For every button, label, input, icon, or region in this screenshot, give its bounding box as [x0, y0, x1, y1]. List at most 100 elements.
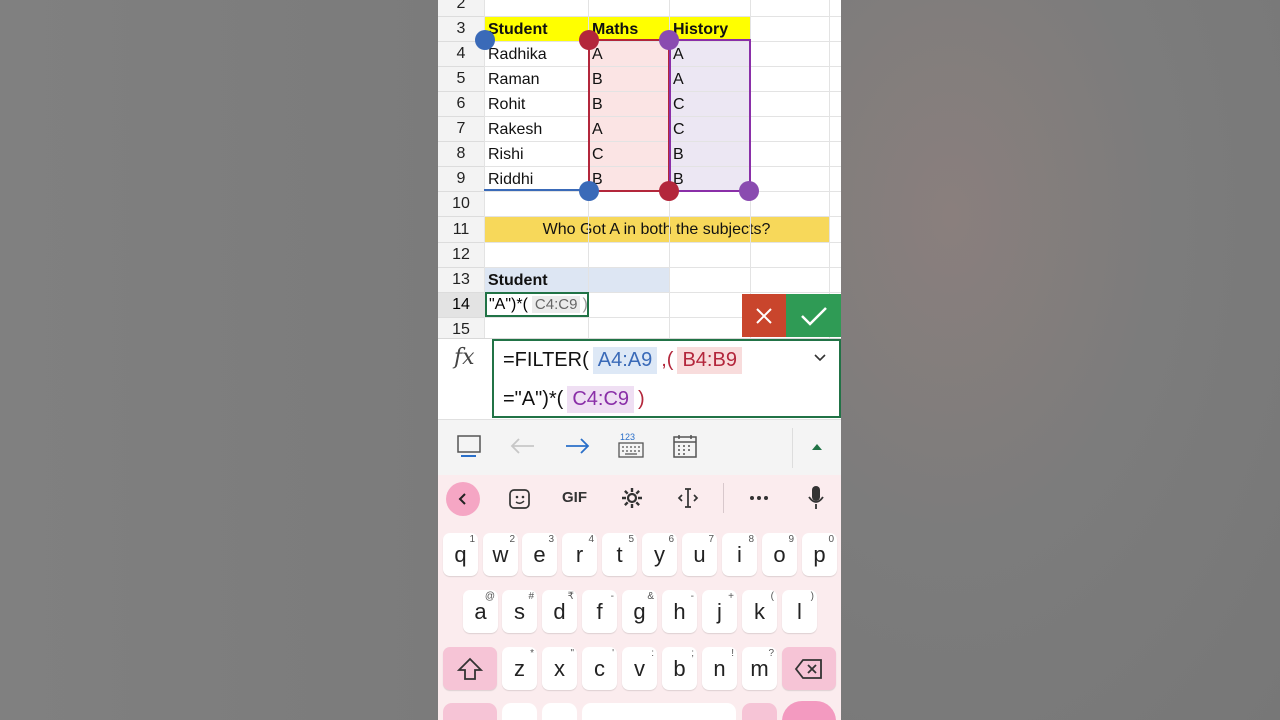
- confirm-button[interactable]: [786, 294, 841, 337]
- active-edit-cell[interactable]: "A")*( C4:C9 ): [485, 292, 589, 317]
- key-hint: @: [484, 591, 495, 602]
- period-key[interactable]: [742, 703, 777, 720]
- backspace-key[interactable]: [782, 647, 836, 690]
- key-z[interactable]: z *: [502, 647, 537, 690]
- key-p[interactable]: p0: [802, 533, 837, 576]
- space-key[interactable]: [582, 703, 736, 720]
- key-l[interactable]: l): [782, 590, 817, 633]
- range-handle-red[interactable]: [579, 30, 599, 50]
- key-s[interactable]: s #: [502, 590, 537, 633]
- key-v[interactable]: v:: [622, 647, 657, 690]
- backspace-icon: [794, 658, 822, 679]
- language-key[interactable]: [542, 703, 577, 720]
- numeric-keyboard-icon[interactable]: 123: [618, 432, 644, 460]
- key-g[interactable]: g &: [622, 590, 657, 633]
- key-o[interactable]: o9: [762, 533, 797, 576]
- row-header[interactable]: 7: [438, 117, 484, 142]
- key-hint: +: [728, 591, 734, 602]
- calendar-icon[interactable]: [672, 433, 698, 459]
- key-c[interactable]: c ': [582, 647, 617, 690]
- question-cell[interactable]: Who Got A in both the subjects?: [484, 217, 829, 242]
- settings-gear-icon[interactable]: [621, 487, 643, 509]
- arrow-left-icon[interactable]: [508, 433, 538, 459]
- key-x[interactable]: x ": [542, 647, 577, 690]
- row-header[interactable]: 13: [438, 268, 484, 293]
- more-icon[interactable]: [749, 495, 769, 501]
- key-d[interactable]: d ₹: [542, 590, 577, 633]
- row-header[interactable]: 6: [438, 92, 484, 117]
- key-q[interactable]: q1: [443, 533, 478, 576]
- key-label: e: [533, 541, 546, 567]
- key-hint: 1: [469, 534, 475, 545]
- key-label: c: [594, 655, 605, 681]
- expand-up-icon[interactable]: [810, 442, 824, 452]
- row-header[interactable]: 15: [438, 318, 484, 338]
- key-hint: -: [690, 591, 694, 602]
- row-header[interactable]: 5: [438, 67, 484, 92]
- gif-button[interactable]: GIF: [562, 489, 587, 506]
- range-handle-purple[interactable]: [659, 30, 679, 50]
- key-e[interactable]: e3: [522, 533, 557, 576]
- spreadsheet-grid[interactable]: Who Got A in both the subjects? 2 3 4 5 …: [438, 0, 841, 338]
- key-u[interactable]: u7: [682, 533, 717, 576]
- key-r[interactable]: r4: [562, 533, 597, 576]
- range-handle-purple[interactable]: [739, 181, 759, 201]
- shift-icon: [457, 657, 483, 680]
- key-label: w: [492, 541, 509, 567]
- key-hint: ): [810, 591, 814, 602]
- key-j[interactable]: j +: [702, 590, 737, 633]
- key-hint: ₹: [567, 591, 574, 602]
- key-label: f: [596, 598, 603, 624]
- key-a[interactable]: a @: [463, 590, 498, 633]
- key-y[interactable]: y6: [642, 533, 677, 576]
- range-handle-blue[interactable]: [579, 181, 599, 201]
- row-header[interactable]: 9: [438, 167, 484, 192]
- result-header[interactable]: Student: [484, 268, 669, 293]
- cancel-button[interactable]: [742, 294, 786, 337]
- key-label: u: [693, 541, 706, 567]
- edit-cell-close: ): [582, 295, 588, 313]
- key-k[interactable]: k(: [742, 590, 777, 633]
- key-t[interactable]: t5: [602, 533, 637, 576]
- sticker-icon[interactable]: [508, 487, 532, 511]
- formula-input[interactable]: =FILTER( A4:A9 ,( B4:B9 ="A")*( C4:C9 ): [492, 339, 841, 418]
- key-hint: #: [528, 591, 534, 602]
- symbols-key[interactable]: [443, 703, 497, 720]
- emoji-key[interactable]: [502, 703, 537, 720]
- key-label: k: [754, 598, 765, 624]
- key-w[interactable]: w2: [483, 533, 518, 576]
- edit-cell-range: C4:C9: [531, 296, 581, 313]
- enter-key[interactable]: [782, 701, 836, 720]
- shift-key[interactable]: [443, 647, 497, 690]
- formula-range-a4-a9: A4:A9: [592, 347, 658, 374]
- text-cursor-icon[interactable]: [676, 487, 700, 509]
- key-f[interactable]: f-: [582, 590, 617, 633]
- row-header-active[interactable]: 14: [438, 293, 484, 318]
- key-label: j: [717, 598, 722, 624]
- key-n[interactable]: n!: [702, 647, 737, 690]
- key-b[interactable]: b;: [662, 647, 697, 690]
- row-header[interactable]: 2: [438, 0, 484, 17]
- key-hint: 3: [548, 534, 554, 545]
- key-hint: (: [770, 591, 774, 602]
- formula-bar: fx =FILTER( A4:A9 ,( B4:B9 ="A")*( C4:C9…: [438, 338, 841, 420]
- key-h[interactable]: h-: [662, 590, 697, 633]
- row-header[interactable]: 11: [438, 217, 484, 243]
- row-header[interactable]: 12: [438, 243, 484, 268]
- range-handle-red[interactable]: [659, 181, 679, 201]
- key-hint: 8: [748, 534, 754, 545]
- key-label: g: [633, 598, 646, 624]
- edit-toolbar: 123: [438, 419, 841, 476]
- key-m[interactable]: m?: [742, 647, 777, 690]
- key-i[interactable]: i8: [722, 533, 757, 576]
- keyboard-collapse-button[interactable]: [446, 482, 480, 516]
- range-handle-blue[interactable]: [475, 30, 495, 50]
- microphone-icon[interactable]: [807, 485, 825, 511]
- row-header[interactable]: 10: [438, 192, 484, 217]
- row-header[interactable]: 8: [438, 142, 484, 167]
- key-label: q: [454, 541, 467, 567]
- cell-format-icon[interactable]: [456, 433, 484, 459]
- arrow-right-icon[interactable]: [562, 433, 592, 459]
- chevron-down-icon[interactable]: [813, 351, 827, 365]
- fx-icon[interactable]: fx: [454, 345, 475, 370]
